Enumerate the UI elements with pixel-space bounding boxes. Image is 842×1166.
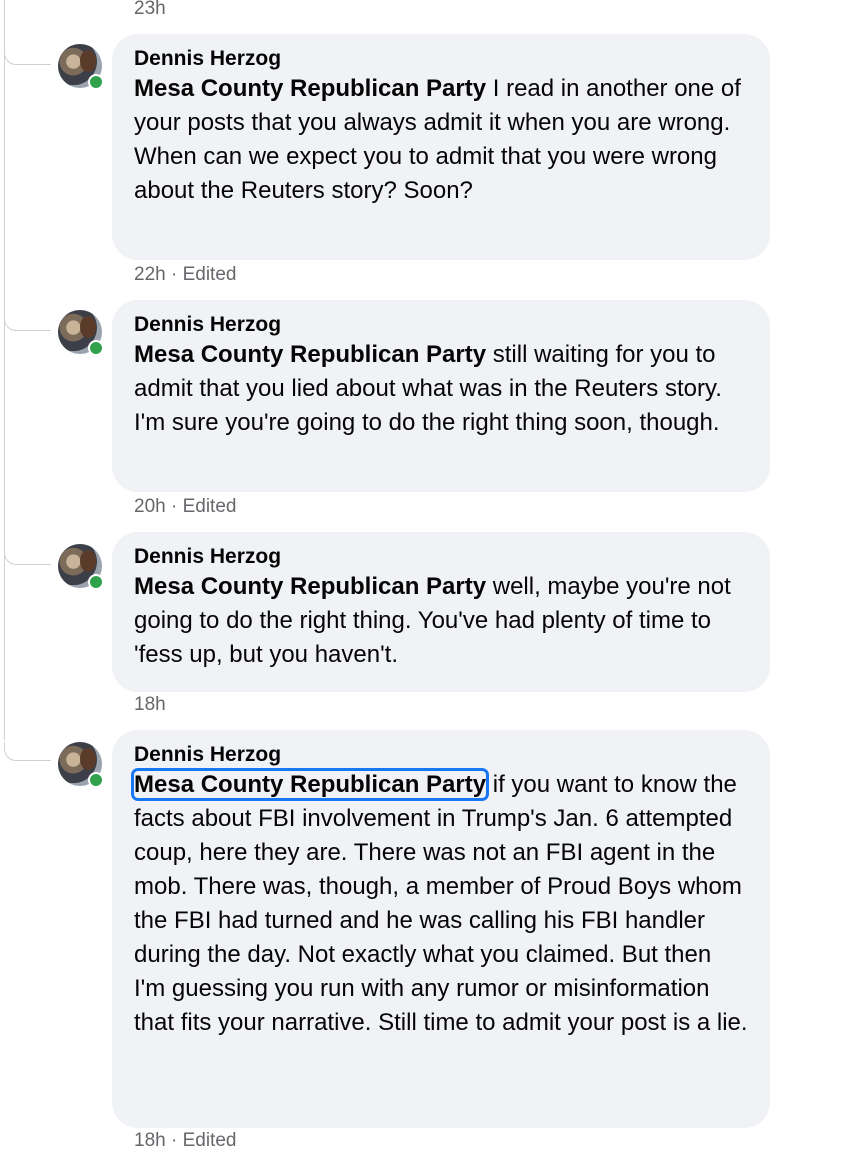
mention-link[interactable]: Mesa County Republican Party xyxy=(134,75,486,102)
mention-link[interactable]: Mesa County Republican Party xyxy=(134,341,486,368)
avatar[interactable] xyxy=(58,310,104,356)
comment-meta[interactable]: 20h · Edited xyxy=(134,496,236,518)
comment-text: Mesa County Republican Party I read in a… xyxy=(134,72,748,208)
reply-connector xyxy=(4,742,51,761)
comment-body: if you want to know the facts about FBI … xyxy=(134,771,748,1036)
reply-connector xyxy=(4,46,51,65)
mention-link[interactable]: Mesa County Republican Party xyxy=(130,768,490,801)
comment-bubble: Dennis Herzog Mesa County Republican Par… xyxy=(112,300,770,492)
thread-line xyxy=(4,0,5,740)
comment-bubble: Dennis Herzog Mesa County Republican Par… xyxy=(112,34,770,260)
reply-connector xyxy=(4,312,51,331)
comment-author[interactable]: Dennis Herzog xyxy=(134,544,748,570)
avatar-photo xyxy=(80,748,96,770)
comment-meta[interactable]: 18h · Edited xyxy=(134,1130,236,1152)
comment-bubble: Dennis Herzog Mesa County Republican Par… xyxy=(112,532,770,692)
reply-connector xyxy=(4,546,51,565)
online-status-icon xyxy=(88,74,104,90)
online-status-icon xyxy=(88,772,104,788)
avatar[interactable] xyxy=(58,44,104,90)
mention-link[interactable]: Mesa County Republican Party xyxy=(134,573,486,600)
avatar[interactable] xyxy=(58,742,104,788)
comment-author[interactable]: Dennis Herzog xyxy=(134,742,748,768)
avatar[interactable] xyxy=(58,544,104,590)
comment-text: Mesa County Republican Party if you want… xyxy=(130,768,748,1040)
online-status-icon xyxy=(88,574,104,590)
comment-author[interactable]: Dennis Herzog xyxy=(134,46,748,72)
comment-text: Mesa County Republican Party still waiti… xyxy=(134,338,748,440)
avatar-photo xyxy=(80,316,96,338)
avatar-photo xyxy=(80,50,96,72)
comment-author[interactable]: Dennis Herzog xyxy=(134,312,748,338)
online-status-icon xyxy=(88,340,104,356)
comment-text: Mesa County Republican Party well, maybe… xyxy=(134,570,748,672)
previous-comment-timestamp[interactable]: 23h xyxy=(134,0,166,20)
comment-meta[interactable]: 22h · Edited xyxy=(134,264,236,286)
comment-meta[interactable]: 18h xyxy=(134,694,166,716)
comment-bubble: Dennis Herzog Mesa County Republican Par… xyxy=(112,730,770,1128)
avatar-photo xyxy=(80,550,96,572)
